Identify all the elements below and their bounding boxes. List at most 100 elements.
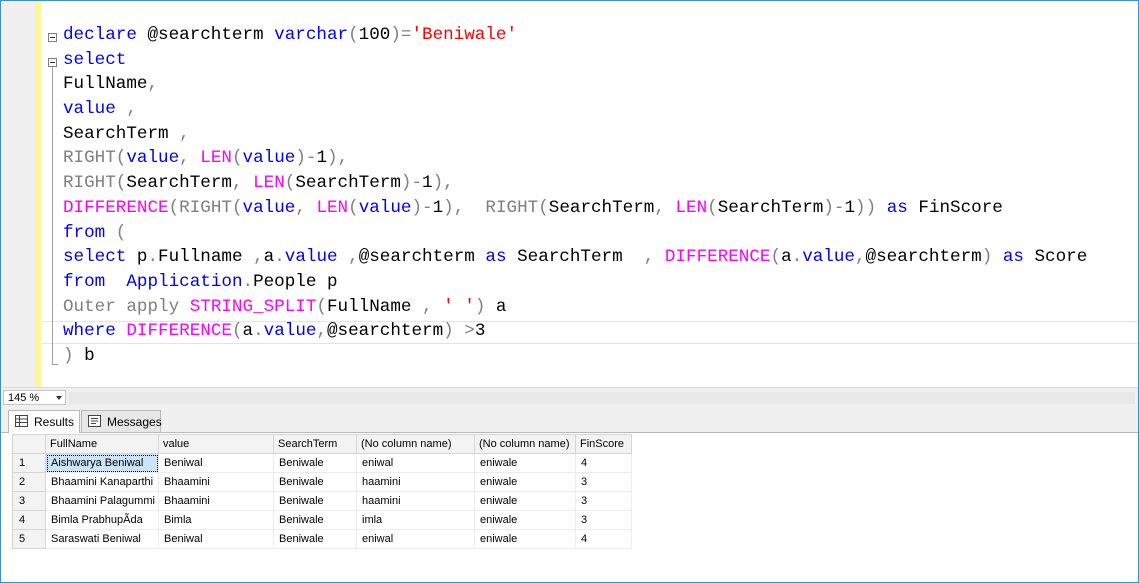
code-token: as xyxy=(485,247,507,268)
code-line[interactable]: declare @searchterm varchar(100)='Beniwa… xyxy=(63,23,1087,48)
code-token: ), xyxy=(327,148,349,169)
grid-cell[interactable]: Bimla xyxy=(158,510,274,530)
code-token: ( xyxy=(105,222,127,243)
row-number-cell[interactable]: 2 xyxy=(12,472,46,492)
grid-cell[interactable]: eniwale xyxy=(474,510,576,530)
grid-cell[interactable]: Beniwale xyxy=(273,510,357,530)
collapse-declare-icon[interactable] xyxy=(48,33,57,42)
code-token: 100 xyxy=(358,25,391,45)
column-header[interactable]: (No column name) xyxy=(356,434,475,454)
code-line[interactable]: select p.Fullname ,a.value ,@searchterm … xyxy=(63,245,1087,270)
row-number-cell[interactable]: 4 xyxy=(12,510,46,530)
code-token: ( xyxy=(284,173,296,194)
grid-cell[interactable]: Bhaamini xyxy=(158,491,274,511)
grid-cell[interactable]: Bimla PrabhupÃda xyxy=(45,510,159,530)
row-number-header[interactable] xyxy=(12,434,46,454)
code-token: value xyxy=(802,247,855,268)
grid-cell[interactable]: 3 xyxy=(575,491,632,511)
grid-cell[interactable]: haamini xyxy=(356,491,475,511)
grid-cell[interactable]: 4 xyxy=(575,529,632,549)
grid-cell[interactable]: 3 xyxy=(575,510,632,530)
table-row[interactable]: 1 Aishwarya Beniwal Beniwal Beniwale eniwal e… xyxy=(12,453,632,473)
code-line[interactable]: value , xyxy=(63,97,1087,122)
column-header[interactable]: (No column name) xyxy=(474,434,576,454)
grid-cell[interactable]: Beniwale xyxy=(273,472,357,492)
grid-cell[interactable]: Beniwal xyxy=(158,529,274,549)
code-token: b xyxy=(73,345,95,366)
code-token: FullName xyxy=(63,74,148,95)
row-number-cell[interactable]: 5 xyxy=(12,529,46,549)
code-token: , xyxy=(179,123,190,144)
grid-cell[interactable]: 3 xyxy=(575,472,632,492)
code-token: value xyxy=(358,197,412,218)
code-token: 'Beniwale' xyxy=(411,25,518,45)
code-token: a xyxy=(485,296,507,317)
code-line[interactable]: where DIFFERENCE(a.value,@searchterm) >3 xyxy=(63,319,1087,344)
collapse-select-icon[interactable] xyxy=(48,58,57,67)
code-token: LEN xyxy=(675,197,708,218)
code-token: 1 xyxy=(422,173,433,194)
code-line[interactable]: from ( xyxy=(63,221,1087,246)
grid-cell[interactable]: 4 xyxy=(575,453,632,473)
column-header[interactable]: FinScore xyxy=(575,434,632,454)
grid-cell[interactable]: Bhaamini Kanaparthi xyxy=(45,472,159,492)
code-token: @searchterm xyxy=(865,247,982,268)
code-token: ( xyxy=(348,25,359,45)
code-token: RIGHT xyxy=(63,173,116,194)
code-line[interactable]: RIGHT(SearchTerm, LEN(SearchTerm)-1), xyxy=(63,171,1087,196)
grid-cell[interactable]: Beniwal xyxy=(158,453,274,473)
tab-messages[interactable]: Messages xyxy=(81,410,162,432)
code-line[interactable]: RIGHT(value, LEN(value)-1), xyxy=(63,146,1087,171)
tab-results[interactable]: Results xyxy=(8,410,80,433)
grid-cell[interactable]: Bhaamini Palagummi xyxy=(45,491,159,511)
editor-gutter xyxy=(1,1,35,387)
grid-cell[interactable]: haamini xyxy=(356,472,475,492)
grid-cell[interactable]: eniwale xyxy=(474,529,576,549)
code-token: . xyxy=(274,247,285,268)
grid-cell[interactable]: eniwale xyxy=(474,453,576,473)
column-header[interactable]: value xyxy=(158,434,274,454)
grid-cell[interactable]: Beniwale xyxy=(273,453,357,473)
code-line[interactable]: DIFFERENCE(RIGHT(value, LEN(value)-1), R… xyxy=(63,196,1087,221)
results-grid[interactable]: FullName value SearchTerm (No column nam… xyxy=(1,433,1138,582)
code-line[interactable]: Outer apply STRING_SPLIT(FullName , ' ')… xyxy=(63,295,1087,320)
grid-cell[interactable]: imla xyxy=(356,510,475,530)
table-row[interactable]: 4 Bimla PrabhupÃda Bimla Beniwale imla eniwal… xyxy=(12,510,632,530)
code-line[interactable]: ) b xyxy=(63,344,1087,369)
column-header[interactable]: FullName xyxy=(45,434,159,454)
horizontal-scrollbar[interactable] xyxy=(69,392,1135,404)
grid-cell[interactable]: eniwale xyxy=(474,472,576,492)
query-editor[interactable]: declare @searchterm varchar(100)='Beniwa… xyxy=(1,1,1138,387)
code-line[interactable]: FullName, xyxy=(63,72,1087,97)
grid-cell[interactable]: Aishwarya Beniwal xyxy=(45,453,159,473)
code-token: select xyxy=(63,247,127,268)
messages-icon xyxy=(88,415,101,427)
code-line[interactable]: select xyxy=(63,48,1087,73)
table-row[interactable]: 2 Bhaamini Kanaparthi Bhaamini Beniwale haam… xyxy=(12,472,632,492)
grid-cell[interactable]: eniwal xyxy=(356,453,475,473)
table-row[interactable]: 5 Saraswati Beniwal Beniwal Beniwale eniwal e… xyxy=(12,529,632,549)
code-token: . xyxy=(147,247,159,268)
code-line[interactable]: from Application.People p xyxy=(63,270,1087,295)
row-number-cell[interactable]: 3 xyxy=(12,491,46,511)
zoom-dropdown[interactable]: 145 % xyxy=(3,390,66,405)
row-number-cell[interactable]: 1 xyxy=(12,453,46,473)
grid-cell[interactable]: Bhaamini xyxy=(158,472,274,492)
grid-cell[interactable]: Saraswati Beniwal xyxy=(45,529,159,549)
grid-cell[interactable]: eniwal xyxy=(356,529,475,549)
table-row[interactable]: 3 Bhaamini Palagummi Bhaamini Beniwale haami… xyxy=(12,491,632,511)
fold-guide-line xyxy=(52,67,53,365)
code-token: ) xyxy=(474,296,486,317)
grid-cell[interactable]: eniwale xyxy=(474,491,576,511)
code-token: , xyxy=(253,247,264,268)
code-text[interactable]: declare @searchterm varchar(100)='Beniwa… xyxy=(63,23,1087,369)
grid-cell[interactable]: Beniwale xyxy=(273,491,357,511)
grid-cell[interactable]: Beniwale xyxy=(273,529,357,549)
code-token: )- xyxy=(295,148,317,169)
code-token: STRING_SPLIT xyxy=(189,296,317,317)
query-window: declare @searchterm varchar(100)='Beniwa… xyxy=(0,0,1139,583)
code-token: Fullname xyxy=(158,247,254,268)
code-line[interactable]: SearchTerm , xyxy=(63,122,1087,147)
column-header[interactable]: SearchTerm xyxy=(273,434,357,454)
